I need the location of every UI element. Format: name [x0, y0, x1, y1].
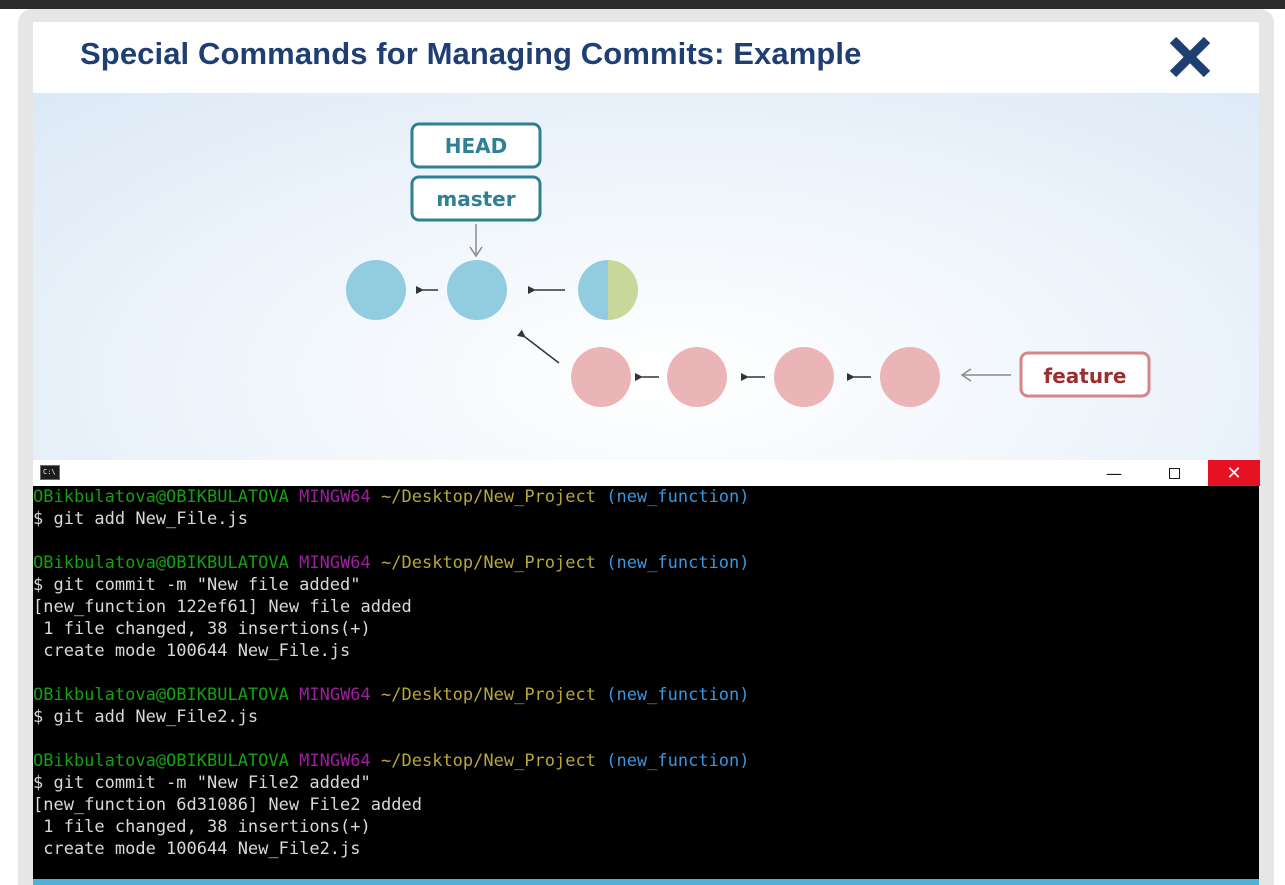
close-window-button[interactable]: ✕: [1208, 460, 1260, 486]
close-x-icon: [1169, 36, 1211, 78]
master-label-text: master: [436, 187, 515, 211]
terminal-text-line: $ git add New_File.js: [33, 509, 248, 529]
terminal-text-line: $ git commit -m "New file added": [33, 575, 361, 595]
console-icon: C:\: [40, 465, 60, 480]
terminal-window: C:\ — ✕ OBikbulatova@OBIKBULATOVA MINGW6…: [33, 460, 1260, 879]
terminal-prompt-line: OBikbulatova@OBIKBULATOVA MINGW64 ~/Desk…: [33, 750, 1259, 772]
close-button[interactable]: [1163, 30, 1217, 84]
prompt-user: OBikbulatova@OBIKBULATOVA: [33, 487, 289, 507]
prompt-path: ~/Desktop/New_Project: [381, 553, 596, 573]
maximize-button[interactable]: [1148, 460, 1200, 486]
terminal-titlebar: C:\ — ✕: [33, 460, 1260, 486]
minimize-button[interactable]: —: [1088, 460, 1140, 486]
terminal-prompt-line: OBikbulatova@OBIKBULATOVA MINGW64 ~/Desk…: [33, 552, 1259, 574]
prompt-env: MINGW64: [299, 751, 371, 771]
feature-commit-2: [667, 347, 727, 407]
terminal-text-line: [33, 530, 1259, 552]
prompt-path: ~/Desktop/New_Project: [381, 487, 596, 507]
arrow-feature-to-master: [517, 329, 560, 364]
minimize-icon: —: [1106, 463, 1122, 483]
head-label: HEAD: [410, 122, 542, 169]
terminal-text-line: $ git add New_File2.js: [33, 707, 259, 727]
terminal-prompt-line: OBikbulatova@OBIKBULATOVA MINGW64 ~/Desk…: [33, 684, 1259, 706]
terminal-text-line: create mode 100644 New_File.js: [33, 641, 351, 661]
merge-commit: [578, 260, 638, 320]
prompt-env: MINGW64: [299, 685, 371, 705]
terminal-text-line: $ git commit -m "New File2 added": [33, 773, 371, 793]
feature-pointer-arrow: [960, 368, 1011, 382]
prompt-branch: (new_function): [606, 685, 750, 705]
master-commit-2: [447, 260, 507, 320]
prompt-path: ~/Desktop/New_Project: [381, 751, 596, 771]
prompt-env: MINGW64: [299, 553, 371, 573]
head-label-text: HEAD: [445, 134, 507, 158]
prompt-path: ~/Desktop/New_Project: [381, 685, 596, 705]
terminal-text-line: create mode 100644 New_File2.js: [33, 839, 361, 859]
prompt-user: OBikbulatova@OBIKBULATOVA: [33, 685, 289, 705]
browser-top-strip: [0, 0, 1285, 9]
terminal-text-line: [33, 728, 1259, 750]
maximize-icon: [1168, 467, 1180, 479]
master-pointer-arrow: [469, 224, 483, 258]
terminal-text-line: 1 file changed, 38 insertions(+): [33, 817, 371, 837]
feature-commit-4: [880, 347, 940, 407]
prompt-branch: (new_function): [606, 487, 750, 507]
terminal-text-line: [new_function 122ef61] New file added: [33, 597, 412, 617]
master-label: master: [410, 175, 542, 222]
dialog-title: Special Commands for Managing Commits: E…: [80, 36, 862, 71]
feature-label-text: feature: [1044, 364, 1127, 388]
prompt-user: OBikbulatova@OBIKBULATOVA: [33, 751, 289, 771]
prompt-env: MINGW64: [299, 487, 371, 507]
bottom-accent-bar: [33, 879, 1259, 885]
terminal-text-line: [33, 662, 1259, 684]
prompt-user: OBikbulatova@OBIKBULATOVA: [33, 553, 289, 573]
example-dialog: Special Commands for Managing Commits: E…: [33, 22, 1260, 885]
feature-commit-1: [571, 347, 631, 407]
terminal-text-line: 1 file changed, 38 insertions(+): [33, 619, 371, 639]
feature-label: feature: [1019, 351, 1151, 398]
master-commit-1: [346, 260, 406, 320]
close-window-icon: ✕: [1226, 462, 1242, 484]
terminal-prompt-line: OBikbulatova@OBIKBULATOVA MINGW64 ~/Desk…: [33, 486, 1259, 508]
prompt-branch: (new_function): [606, 553, 750, 573]
commit-graph-diagram: HEAD master feature: [33, 93, 1259, 460]
terminal-text-line: [new_function 6d31086] New File2 added: [33, 795, 422, 815]
terminal-output[interactable]: OBikbulatova@OBIKBULATOVA MINGW64 ~/Desk…: [33, 486, 1259, 879]
prompt-branch: (new_function): [606, 751, 750, 771]
feature-commit-3: [774, 347, 834, 407]
